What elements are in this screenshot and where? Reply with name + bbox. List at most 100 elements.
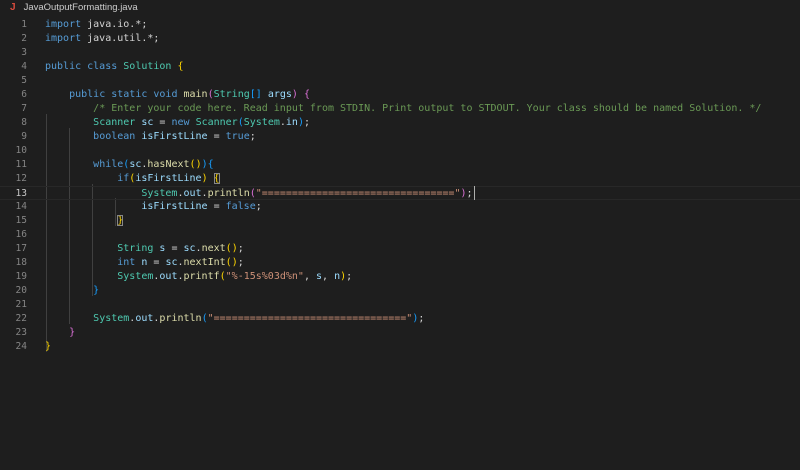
code-token: { <box>177 61 184 72</box>
code-text: System.out.println("====================… <box>45 312 424 326</box>
code-text: while(sc.hasNext()){ <box>45 158 213 172</box>
code-line[interactable]: 18 int n = sc.nextInt(); <box>0 256 800 270</box>
code-token: System <box>93 313 130 324</box>
code-token: sc <box>165 257 178 268</box>
code-line[interactable]: 13 System.out.println("=================… <box>0 186 800 200</box>
code-line[interactable]: 1 import java.io.*; <box>0 18 800 32</box>
code-token: isFirstLine <box>141 201 208 212</box>
code-line[interactable]: 3 <box>0 46 800 60</box>
line-number: 13 <box>15 188 27 199</box>
line-number: 11 <box>15 159 27 170</box>
code-text: String s = sc.next(); <box>45 242 244 256</box>
code-text: System.out.println("====================… <box>45 187 472 201</box>
code-text: } <box>45 284 99 298</box>
code-line[interactable]: 19 System.out.printf("%-15s%03d%n", s, n… <box>0 270 800 284</box>
code-text: System.out.printf("%-15s%03d%n", s, n); <box>45 270 352 284</box>
code-line[interactable]: 16 <box>0 228 800 242</box>
code-line[interactable]: 20 } <box>0 284 800 298</box>
code-token: () <box>189 159 202 170</box>
code-line[interactable]: 8 Scanner sc = new Scanner(System.in); <box>0 116 800 130</box>
code-token: () <box>225 257 238 268</box>
line-number: 21 <box>15 299 27 310</box>
code-line[interactable]: 12 if(isFirstLine) { <box>0 172 800 186</box>
code-text: /* Enter your code here. Read input from… <box>45 102 761 116</box>
code-text: } <box>45 214 124 228</box>
code-token: "================================" <box>255 188 461 199</box>
line-number: 6 <box>21 89 27 100</box>
editor-tab[interactable]: J JavaOutputFormatting.java <box>0 0 146 16</box>
code-token: , <box>303 271 316 282</box>
code-token: sc <box>129 159 142 170</box>
code-token: Scanner <box>93 117 136 128</box>
line-number: 23 <box>15 327 27 338</box>
line-number: 20 <box>15 285 27 296</box>
code-text: Scanner sc = new Scanner(System.in); <box>45 116 310 130</box>
code-token: = <box>147 257 166 268</box>
code-token: args <box>267 89 292 100</box>
code-token: java.io.*; <box>81 19 148 30</box>
code-line[interactable]: 24} <box>0 340 800 354</box>
code-token: hasNext <box>147 159 190 170</box>
code-text: } <box>45 326 75 340</box>
line-number: 15 <box>15 215 27 226</box>
code-line[interactable]: 22 System.out.println("=================… <box>0 312 800 326</box>
code-token: printf <box>183 271 220 282</box>
line-number: 5 <box>21 75 27 86</box>
code-token: true <box>225 131 250 142</box>
code-token: "%-15s%03d%n" <box>225 271 304 282</box>
code-line[interactable]: 5 <box>0 74 800 88</box>
code-line[interactable]: 7 /* Enter your code here. Read input fr… <box>0 102 800 116</box>
code-token: ; <box>346 271 353 282</box>
code-token: = <box>153 117 172 128</box>
code-line[interactable]: 6 public static void main(String[] args)… <box>0 88 800 102</box>
line-number: 18 <box>15 257 27 268</box>
code-token: sc <box>183 243 196 254</box>
code-line[interactable]: 23 } <box>0 326 800 340</box>
editor-tab-bar: J JavaOutputFormatting.java <box>0 0 800 16</box>
code-line[interactable]: 10 <box>0 144 800 158</box>
code-line[interactable]: 15 } <box>0 214 800 228</box>
code-token: ; <box>237 257 244 268</box>
code-token: in <box>285 117 298 128</box>
code-token: ; <box>237 243 244 254</box>
code-token: Scanner <box>195 117 238 128</box>
code-token: = <box>207 201 226 212</box>
code-token: () <box>225 243 238 254</box>
code-token: sc <box>141 117 154 128</box>
code-token: isFirstLine <box>135 173 202 184</box>
code-token: import <box>45 33 82 44</box>
code-token: ; <box>303 117 311 128</box>
code-line[interactable]: 17 String s = sc.next(); <box>0 242 800 256</box>
code-text: } <box>45 340 51 354</box>
code-token: public static void <box>69 89 184 100</box>
code-token: java.util.*; <box>81 33 160 44</box>
code-text: boolean isFirstLine = true; <box>45 130 256 144</box>
code-line[interactable]: 21 <box>0 298 800 312</box>
line-number: 8 <box>21 117 27 128</box>
code-text: import java.util.*; <box>45 32 159 46</box>
code-line[interactable]: 14 isFirstLine = false; <box>0 200 800 214</box>
code-line[interactable]: 9 boolean isFirstLine = true; <box>0 130 800 144</box>
code-area[interactable]: 1 import java.io.*; 2 import java.util.*; 3 4… <box>0 16 800 470</box>
code-token: println <box>207 188 250 199</box>
code-text: public class Solution { <box>45 60 184 74</box>
code-token: } <box>69 327 76 338</box>
code-token: } <box>45 341 52 352</box>
code-token: System <box>141 188 178 199</box>
code-line[interactable]: 4 public class Solution { <box>0 60 800 74</box>
code-token: { <box>303 89 310 100</box>
code-token: out <box>135 313 154 324</box>
code-line[interactable]: 11 while(sc.hasNext()){ <box>0 158 800 172</box>
code-token: [] <box>249 89 262 100</box>
code-line[interactable]: 2 import java.util.*; <box>0 32 800 46</box>
line-number: 24 <box>15 341 27 352</box>
code-token: String <box>117 243 154 254</box>
code-text: isFirstLine = false; <box>45 200 261 214</box>
